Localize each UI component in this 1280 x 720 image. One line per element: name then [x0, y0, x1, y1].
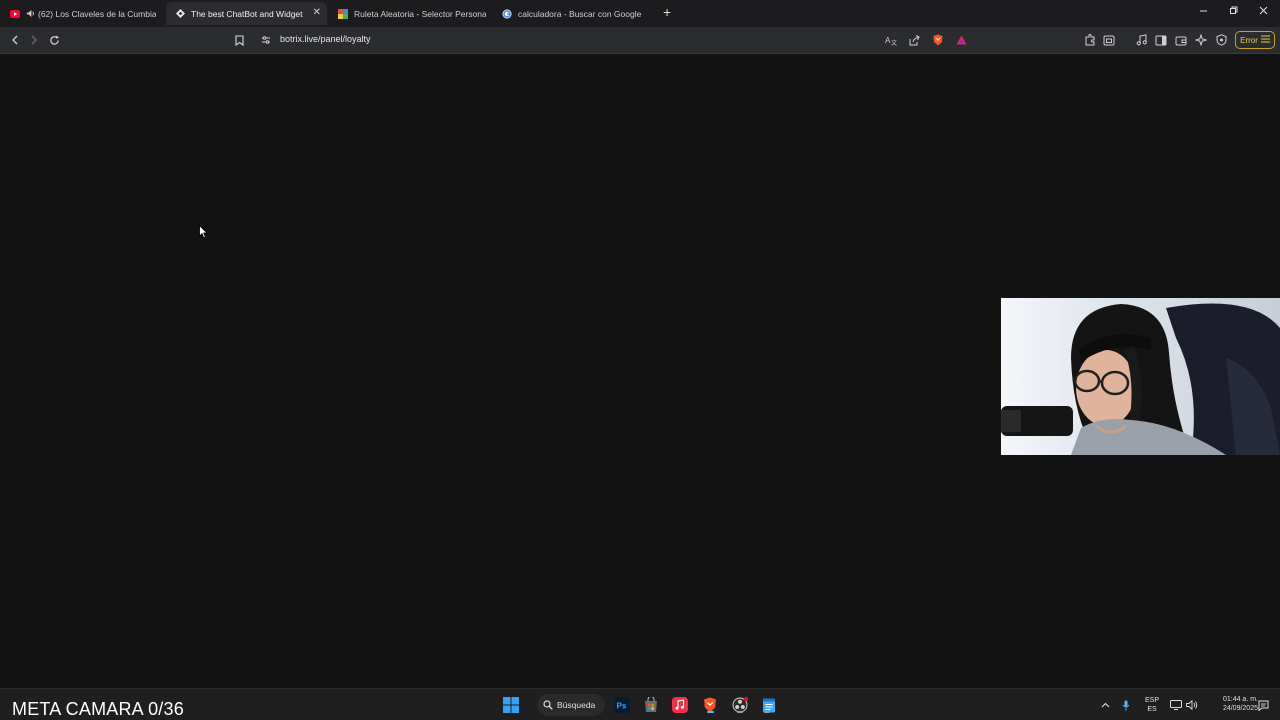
sidebar-icon[interactable] — [1154, 33, 1168, 47]
running-indicator — [764, 711, 770, 713]
apple-music-icon[interactable] — [671, 696, 689, 714]
media-icon[interactable] — [1134, 33, 1148, 47]
tab-title: The best ChatBot and Widgets fo — [191, 8, 303, 19]
running-indicator — [737, 711, 743, 713]
volume-icon[interactable] — [1186, 699, 1198, 711]
photoshop-icon[interactable]: Ps — [613, 696, 631, 714]
running-indicator — [707, 711, 714, 713]
brave-shields-icon[interactable] — [932, 34, 944, 46]
tab-google[interactable]: calculadora - Buscar con Google — [498, 2, 648, 25]
microsoft-store-icon[interactable] — [642, 696, 660, 714]
share-icon[interactable] — [908, 34, 920, 46]
extensions-icon[interactable] — [1083, 33, 1097, 47]
forward-icon[interactable] — [27, 33, 41, 47]
language-code: ESP — [1144, 697, 1159, 704]
clock-time: 01:44 a. m. — [1222, 696, 1258, 703]
speaker-icon — [26, 9, 35, 18]
tab-title: (62) Los Claveles de la Cumbia - ( — [38, 8, 156, 19]
restore-icon[interactable] — [1229, 6, 1238, 18]
translate-icon[interactable]: A文 — [885, 34, 897, 46]
keyboard-layout: ES — [1147, 706, 1157, 713]
close-tab-icon[interactable]: ✕ — [313, 7, 321, 18]
vpn-icon[interactable] — [1214, 33, 1228, 47]
bookmark-icon[interactable] — [232, 33, 246, 47]
tab-strip: (62) Los Claveles de la Cumbia - ( The b… — [0, 0, 1280, 27]
error-label: Error — [1240, 35, 1258, 45]
svg-text:Ps: Ps — [617, 702, 627, 711]
wallet-icon[interactable] — [1174, 33, 1188, 47]
tab-youtube[interactable]: (62) Los Claveles de la Cumbia - ( — [6, 2, 156, 25]
brave-browser-icon[interactable] — [701, 696, 719, 714]
show-hidden-icons-icon[interactable] — [1099, 699, 1111, 711]
screen: (62) Los Claveles de la Cumbia - ( The b… — [0, 0, 1280, 720]
error-menu-button[interactable]: Error — [1235, 31, 1275, 49]
reload-icon[interactable] — [47, 33, 61, 47]
notifications-icon[interactable] — [1257, 699, 1269, 711]
google-icon — [502, 9, 512, 19]
address-bar[interactable]: botrix.live/panel/loyalty A文 — [254, 30, 974, 50]
obs-icon[interactable] — [731, 696, 749, 714]
leo-ai-icon[interactable] — [1194, 33, 1208, 47]
windows-start-icon[interactable] — [502, 696, 520, 714]
back-icon[interactable] — [8, 33, 22, 47]
taskbar-search[interactable]: Búsqueda — [537, 694, 605, 716]
browser-toolbar: botrix.live/panel/loyalty A文 Error — [0, 27, 1280, 54]
tab-ruleta[interactable]: Ruleta Aleatoria - Selector Personaliz — [334, 2, 486, 25]
network-icon[interactable] — [1170, 699, 1182, 711]
tab-botrix[interactable]: The best ChatBot and Widgets fo ✕ — [166, 2, 327, 25]
microphone-icon[interactable] — [1120, 699, 1132, 711]
clock-date: 24/09/2025 — [1222, 705, 1258, 712]
menu-icon — [1260, 35, 1270, 45]
minimize-icon[interactable] — [1199, 6, 1208, 18]
brave-rewards-icon[interactable] — [955, 34, 967, 46]
input-language[interactable]: ESP ES — [1142, 696, 1162, 714]
tab-title: calculadora - Buscar con Google — [518, 8, 642, 19]
search-label: Búsqueda — [557, 700, 596, 710]
webcam-feed — [1001, 298, 1280, 455]
close-window-icon[interactable] — [1259, 6, 1268, 18]
url-text: botrix.live/panel/loyalty — [280, 34, 371, 44]
new-tab-button[interactable]: + — [663, 5, 671, 19]
tab-title: Ruleta Aleatoria - Selector Personaliz — [354, 8, 486, 19]
taskbar: META CAMARA 0/36 Búsqueda Ps ESP ES 01:4… — [0, 688, 1280, 720]
mouse-cursor-icon — [199, 224, 208, 244]
youtube-icon — [10, 9, 20, 19]
site-settings-icon[interactable] — [260, 34, 272, 46]
clock[interactable]: 01:44 a. m. 24/09/2025 — [1204, 695, 1258, 713]
wheel-icon — [338, 8, 348, 19]
search-icon — [543, 700, 553, 710]
tab-search-icon[interactable] — [1102, 33, 1116, 47]
svg-text:文: 文 — [891, 39, 897, 46]
botrix-icon — [175, 9, 185, 19]
notepad-icon[interactable] — [760, 696, 778, 714]
meta-camara-overlay: META CAMARA 0/36 — [12, 699, 184, 719]
